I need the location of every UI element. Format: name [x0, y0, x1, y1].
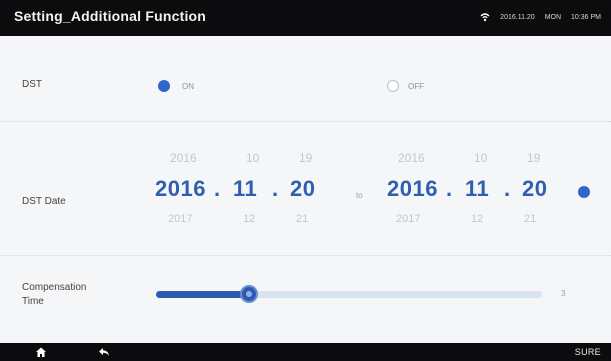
top-bar: Setting_Additional Function 2016.11.20 M…: [0, 0, 611, 36]
dst-on-label[interactable]: ON: [182, 82, 194, 91]
compensation-label-line2: Time: [22, 296, 44, 307]
dst-label: DST: [22, 79, 42, 90]
compensation-slider-track[interactable]: [156, 291, 542, 298]
settings-screen: Setting_Additional Function 2016.11.20 M…: [0, 0, 611, 361]
start-month-prev[interactable]: 10: [246, 151, 259, 165]
wifi-icon: [480, 13, 490, 22]
start-month[interactable]: 11: [233, 176, 257, 202]
divider: [0, 255, 611, 256]
slider-max-label: 3: [561, 289, 566, 298]
end-month-prev[interactable]: 10: [474, 151, 487, 165]
end-year-prev[interactable]: 2016: [398, 151, 425, 165]
status-area: 2016.11.20 MON 10:36 PM: [480, 12, 601, 22]
page-title: Setting_Additional Function: [14, 8, 207, 24]
dst-on-radio[interactable]: [158, 80, 170, 92]
status-day: MON: [544, 13, 562, 21]
dst-date-label: DST Date: [22, 196, 66, 207]
end-sep-1: .: [446, 176, 453, 201]
end-month[interactable]: 11: [465, 176, 489, 202]
bottom-bar: SURE: [0, 343, 611, 361]
home-icon[interactable]: [35, 346, 47, 358]
start-day-next[interactable]: 21: [296, 213, 308, 225]
sure-button[interactable]: SURE: [575, 347, 601, 357]
confirm-dot-icon[interactable]: [578, 186, 590, 198]
status-date: 2016.11.20: [500, 13, 535, 21]
compensation-label: Compensation Time: [22, 281, 86, 309]
end-year[interactable]: 2016: [387, 176, 438, 202]
end-day[interactable]: 20: [522, 176, 547, 202]
compensation-slider-handle[interactable]: [239, 285, 258, 303]
dst-off-radio[interactable]: [387, 80, 399, 92]
end-day-prev[interactable]: 19: [527, 151, 540, 165]
end-month-next[interactable]: 12: [471, 213, 483, 225]
start-month-next[interactable]: 12: [243, 213, 255, 225]
status-time: 10:36 PM: [571, 13, 601, 21]
start-day-prev[interactable]: 19: [299, 151, 312, 165]
start-year-prev[interactable]: 2016: [170, 151, 197, 165]
start-sep-1: .: [214, 176, 221, 201]
back-icon[interactable]: [98, 346, 110, 358]
to-label: to: [356, 191, 363, 200]
start-year-next[interactable]: 2017: [168, 213, 192, 225]
start-sep-2: .: [272, 176, 279, 201]
end-day-next[interactable]: 21: [524, 213, 536, 225]
compensation-label-line1: Compensation: [22, 282, 87, 293]
end-year-next[interactable]: 2017: [396, 213, 420, 225]
compensation-slider-fill: [156, 291, 249, 298]
end-sep-2: .: [504, 176, 511, 201]
start-day[interactable]: 20: [290, 176, 315, 202]
divider: [0, 121, 611, 122]
dst-off-label[interactable]: OFF: [408, 82, 424, 91]
slider-handle-center: [245, 291, 252, 297]
start-year[interactable]: 2016: [155, 176, 206, 202]
